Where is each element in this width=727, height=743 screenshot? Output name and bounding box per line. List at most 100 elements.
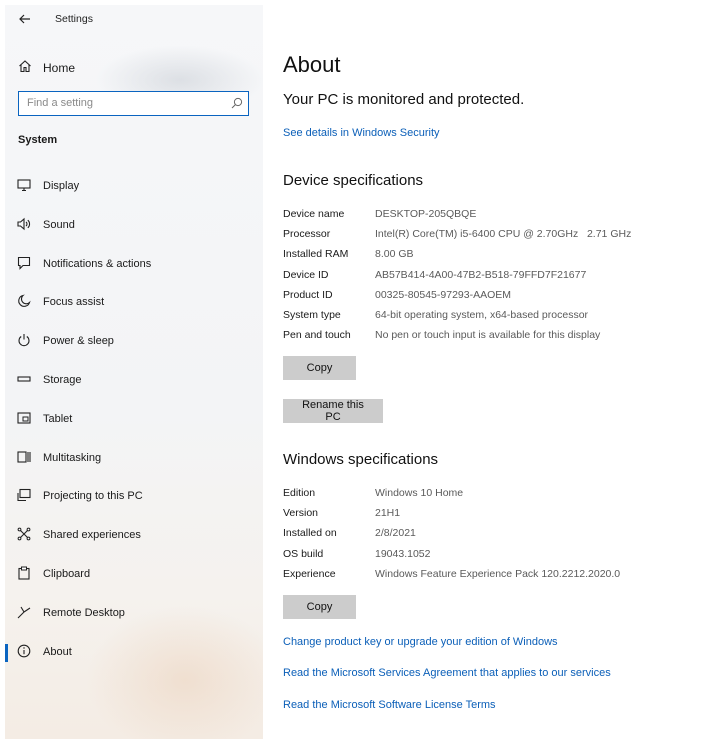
monitor-icon (17, 178, 31, 192)
device-specifications-table: Device name DESKTOP-205QBQE Processor In… (283, 204, 723, 345)
spec-value: Windows 10 Home (375, 487, 464, 499)
change-product-key-link[interactable]: Change product key or upgrade your editi… (283, 636, 558, 648)
power-icon (17, 333, 31, 347)
device-specifications-heading: Device specifications (283, 172, 424, 189)
settings-search-box[interactable] (18, 91, 249, 116)
windows-specifications-heading: Windows specifications (283, 451, 439, 468)
spec-key: Product ID (283, 288, 333, 301)
back-button[interactable] (15, 9, 35, 29)
notification-icon (17, 256, 31, 270)
tablet-icon (17, 411, 31, 425)
copy-windows-specs-button[interactable]: Copy (283, 595, 356, 619)
sidebar-item-notifications[interactable]: Notifications & actions (5, 245, 263, 284)
spec-value: No pen or touch input is available for t… (375, 329, 601, 342)
section-label: System (18, 134, 58, 146)
system-nav-list: Display Sound Notifications & actions Fo… (5, 167, 263, 671)
page-title: About (283, 52, 341, 77)
home-label: Home (43, 61, 76, 75)
about-page: About Your PC is monitored and protected… (283, 0, 723, 743)
rename-pc-button[interactable]: Rename this PC (283, 399, 383, 423)
protection-status: Your PC is monitored and protected. (283, 91, 525, 108)
spec-row-device-name: Device name DESKTOP-205QBQE (283, 204, 723, 224)
sidebar-item-shared-experiences[interactable]: Shared experiences (5, 516, 263, 555)
spec-row-installed-on: Installed on 2/8/2021 (283, 523, 723, 543)
sidebar-item-projecting[interactable]: Projecting to this PC (5, 477, 263, 516)
spec-value: 00325-80545-97293-AAOEM (375, 288, 512, 301)
spec-row-processor: Processor Intel(R) Core(TM) i5-6400 CPU … (283, 224, 723, 244)
info-icon (17, 644, 31, 658)
spec-key: Installed on (283, 527, 337, 540)
sidebar: Settings Home System Display Sound (5, 5, 263, 739)
spec-key: System type (283, 308, 341, 321)
projecting-icon (17, 488, 31, 502)
spec-row-installed-ram: Installed RAM 8.00 GB (283, 244, 723, 264)
spec-row-pen-touch: Pen and touch No pen or touch input is a… (283, 325, 723, 345)
sidebar-item-label: Remote Desktop (43, 606, 125, 619)
sidebar-item-clipboard[interactable]: Clipboard (5, 555, 263, 594)
sidebar-item-label: Tablet (43, 412, 73, 425)
sidebar-item-about[interactable]: About (5, 633, 263, 672)
sidebar-item-label: Focus assist (43, 296, 105, 309)
remote-desktop-icon (17, 605, 31, 619)
spec-key: Version (283, 507, 319, 520)
speaker-icon (17, 217, 31, 231)
moon-icon (17, 294, 31, 308)
spec-value: 19043.1052 (375, 547, 431, 560)
shared-icon (17, 527, 31, 541)
sidebar-item-label: Sound (43, 218, 75, 231)
multitasking-icon (17, 450, 31, 464)
home-icon (18, 59, 34, 75)
spec-key: Edition (283, 487, 316, 499)
spec-key: OS build (283, 547, 324, 560)
spec-key: Device name (283, 208, 345, 220)
sidebar-item-remote-desktop[interactable]: Remote Desktop (5, 594, 263, 633)
sidebar-item-label: Multitasking (43, 451, 102, 464)
sidebar-item-label: Clipboard (43, 567, 91, 580)
search-icon[interactable] (231, 97, 243, 109)
spec-row-device-id: Device ID AB57B414-4A00-47B2-B518-79FFD7… (283, 265, 723, 285)
windows-security-link[interactable]: See details in Windows Security (283, 127, 440, 139)
sidebar-item-label: About (43, 645, 72, 658)
back-arrow-icon (19, 14, 31, 24)
spec-key: Pen and touch (283, 329, 351, 342)
spec-row-experience: Experience Windows Feature Experience Pa… (283, 564, 723, 584)
spec-value: 8.00 GB (375, 248, 414, 261)
spec-row-product-id: Product ID 00325-80545-97293-AAOEM (283, 285, 723, 305)
spec-key: Experience (283, 567, 336, 580)
copy-device-specs-button[interactable]: Copy (283, 356, 356, 380)
sidebar-item-tablet[interactable]: Tablet (5, 400, 263, 439)
sidebar-item-label: Shared experiences (43, 529, 141, 542)
spec-value: 21H1 (375, 507, 401, 520)
storage-icon (17, 372, 31, 386)
home-nav-item[interactable]: Home (5, 53, 263, 81)
sidebar-item-label: Notifications & actions (43, 257, 152, 270)
spec-key: Installed RAM (283, 248, 349, 261)
windows-specifications-table: Edition Windows 10 Home Version 21H1 Ins… (283, 483, 723, 584)
clipboard-icon (17, 566, 31, 580)
spec-key: Processor (283, 228, 331, 241)
spec-value: 64-bit operating system, x64-based proce… (375, 308, 589, 321)
sidebar-item-storage[interactable]: Storage (5, 361, 263, 400)
spec-key: Device ID (283, 268, 329, 281)
title-bar: Settings (5, 5, 263, 33)
app-title: Settings (55, 13, 93, 25)
sidebar-item-focus-assist[interactable]: Focus assist (5, 283, 263, 322)
spec-value: Windows Feature Experience Pack 120.2212… (375, 567, 621, 580)
sidebar-item-multitasking[interactable]: Multitasking (5, 439, 263, 478)
sidebar-item-sound[interactable]: Sound (5, 206, 263, 245)
sidebar-item-label: Display (43, 180, 80, 192)
spec-value: DESKTOP-205QBQE (375, 208, 477, 220)
spec-value: Intel(R) Core(TM) i5-6400 CPU @ 2.70GHz … (375, 228, 632, 241)
sidebar-item-label: Storage (43, 373, 82, 386)
spec-value: 2/8/2021 (375, 527, 416, 540)
search-input[interactable] (19, 92, 219, 114)
spec-value: AB57B414-4A00-47B2-B518-79FFD7F21677 (375, 268, 587, 281)
sidebar-item-display[interactable]: Display (5, 167, 263, 206)
sidebar-item-power-sleep[interactable]: Power & sleep (5, 322, 263, 361)
license-terms-link[interactable]: Read the Microsoft Software License Term… (283, 699, 496, 711)
spec-row-edition: Edition Windows 10 Home (283, 483, 723, 503)
spec-row-os-build: OS build 19043.1052 (283, 544, 723, 564)
spec-row-system-type: System type 64-bit operating system, x64… (283, 305, 723, 325)
spec-row-version: Version 21H1 (283, 503, 723, 523)
services-agreement-link[interactable]: Read the Microsoft Services Agreement th… (283, 667, 611, 679)
